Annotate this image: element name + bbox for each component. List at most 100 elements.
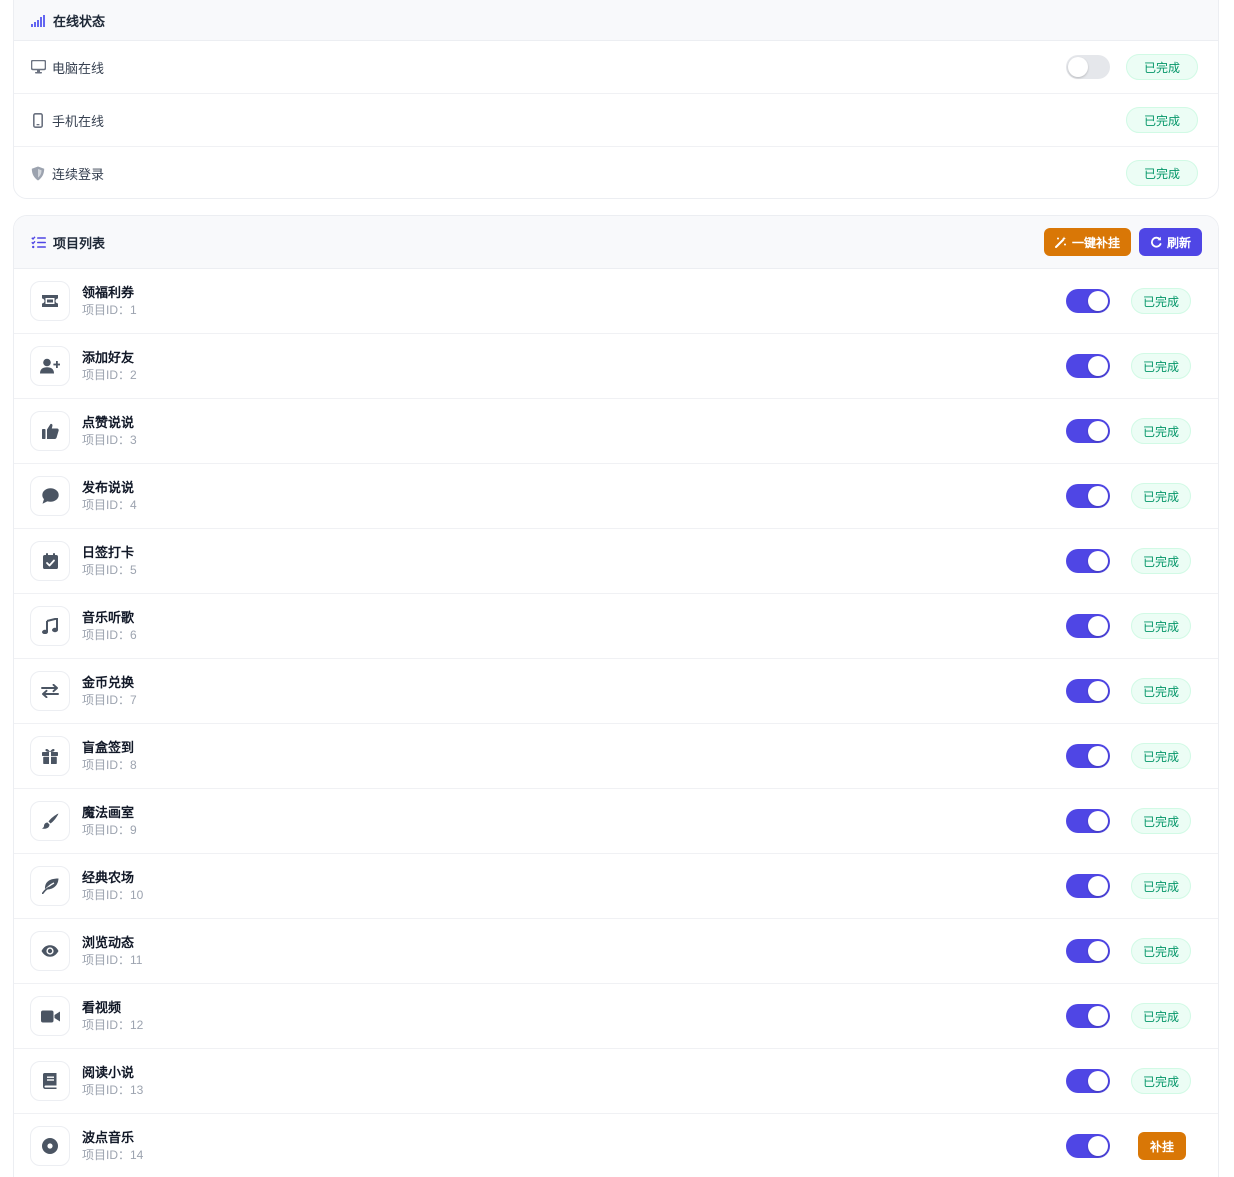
rehang-all-button[interactable]: 一键补挂 xyxy=(1043,228,1131,256)
online-status-header: 在线状态 xyxy=(14,0,1218,41)
project-name: 金币兑换 xyxy=(82,674,135,690)
online-row-mobile: 手机在线 已完成 xyxy=(14,94,1218,147)
toggle-knob xyxy=(1088,291,1108,311)
status-badge: 已完成 xyxy=(1131,613,1191,639)
gift-icon xyxy=(30,736,70,776)
project-list-header: 项目列表 一键补挂 刷新 xyxy=(14,216,1218,269)
project-toggle[interactable] xyxy=(1066,1004,1110,1028)
project-name: 点赞说说 xyxy=(82,414,135,430)
desktop-icon xyxy=(30,59,46,75)
project-list-title: 项目列表 xyxy=(53,235,106,251)
project-row: 金币兑换项目ID：7 已完成 xyxy=(14,659,1218,724)
project-row: 魔法画室项目ID：9 已完成 xyxy=(14,789,1218,854)
toggle-knob xyxy=(1088,1071,1108,1091)
status-badge: 已完成 xyxy=(1131,548,1191,574)
status-badge: 已完成 xyxy=(1131,288,1191,314)
project-id: 项目ID：11 xyxy=(82,952,143,967)
toggle-knob xyxy=(1068,57,1088,77)
project-row: 发布说说 项目ID：4 已完成 xyxy=(14,464,1218,529)
user-plus-icon xyxy=(30,346,70,386)
book-icon xyxy=(30,1061,70,1101)
rehang-button[interactable]: 补挂 xyxy=(1138,1132,1186,1160)
project-name: 魔法画室 xyxy=(82,804,135,820)
project-name: 阅读小说 xyxy=(82,1064,135,1080)
project-toggle[interactable] xyxy=(1066,549,1110,573)
signal-icon xyxy=(30,13,46,29)
project-row: 波点音乐 项目ID：14 补挂 xyxy=(14,1114,1218,1177)
header-actions: 一键补挂 刷新 xyxy=(1043,228,1202,256)
project-toggle[interactable] xyxy=(1066,354,1110,378)
project-name: 日签打卡 xyxy=(82,544,135,560)
toggle-knob xyxy=(1088,811,1108,831)
project-toggle[interactable] xyxy=(1066,484,1110,508)
status-badge: 已完成 xyxy=(1131,743,1191,769)
project-id: 项目ID：13 xyxy=(82,1082,144,1097)
project-row: 浏览动态项目ID：11 已完成 xyxy=(14,919,1218,984)
online-status-card: 在线状态 电脑在线 已完成 手机在线 已完成 连续登录 已完成 xyxy=(13,0,1219,199)
project-name: 浏览动态 xyxy=(82,934,135,950)
project-toggle[interactable] xyxy=(1066,679,1110,703)
mobile-icon xyxy=(30,112,46,128)
project-id: 项目ID：14 xyxy=(82,1147,144,1162)
project-name: 添加好友 xyxy=(82,349,135,365)
comment-icon xyxy=(30,476,70,516)
project-name: 看视频 xyxy=(82,999,122,1015)
online-row-label: 连续登录 xyxy=(52,167,105,182)
status-badge: 已完成 xyxy=(1131,1068,1191,1094)
project-name: 发布说说 xyxy=(82,479,135,495)
status-badge: 已完成 xyxy=(1131,873,1191,899)
calendar-check-icon xyxy=(30,541,70,581)
project-toggle[interactable] xyxy=(1066,809,1110,833)
record-icon xyxy=(30,1126,70,1166)
ticket-icon xyxy=(30,281,70,321)
project-id: 项目ID：2 xyxy=(82,367,137,382)
project-row: 盲盒签到 项目ID：8 已完成 xyxy=(14,724,1218,789)
project-id: 项目ID：7 xyxy=(82,692,137,707)
project-row: 阅读小说项目ID：13 已完成 xyxy=(14,1049,1218,1114)
project-toggle[interactable] xyxy=(1066,744,1110,768)
project-id: 项目ID：3 xyxy=(82,432,137,447)
toggle-knob xyxy=(1088,876,1108,896)
rehang-all-label: 一键补挂 xyxy=(1071,235,1120,250)
project-id: 项目ID：8 xyxy=(82,757,137,772)
status-badge: 已完成 xyxy=(1131,418,1191,444)
online-status-title: 在线状态 xyxy=(53,14,106,29)
project-toggle[interactable] xyxy=(1066,614,1110,638)
refresh-button[interactable]: 刷新 xyxy=(1138,228,1202,256)
project-row: 看视频 项目ID：12 已完成 xyxy=(14,984,1218,1049)
project-toggle[interactable] xyxy=(1066,419,1110,443)
toggle-knob xyxy=(1088,746,1108,766)
video-icon xyxy=(30,996,70,1036)
project-name: 经典农场 xyxy=(82,869,135,885)
project-id: 项目ID：9 xyxy=(82,822,137,837)
exchange-icon xyxy=(30,671,70,711)
project-toggle[interactable] xyxy=(1066,874,1110,898)
project-toggle[interactable] xyxy=(1066,289,1110,313)
refresh-label: 刷新 xyxy=(1166,235,1191,250)
toggle-knob xyxy=(1088,356,1108,376)
status-badge: 已完成 xyxy=(1131,938,1191,964)
status-badge: 已完成 xyxy=(1131,678,1191,704)
desktop-online-toggle[interactable] xyxy=(1066,55,1110,79)
project-toggle[interactable] xyxy=(1066,939,1110,963)
refresh-icon xyxy=(1150,236,1162,248)
leaf-icon xyxy=(30,866,70,906)
project-toggle[interactable] xyxy=(1066,1069,1110,1093)
toggle-knob xyxy=(1088,421,1108,441)
paint-brush-icon xyxy=(30,801,70,841)
status-badge: 已完成 xyxy=(1126,160,1198,186)
eye-icon xyxy=(30,931,70,971)
project-id: 项目ID：10 xyxy=(82,887,144,902)
toggle-knob xyxy=(1088,1006,1108,1026)
project-row: 音乐听歌 项目ID：6 已完成 xyxy=(14,594,1218,659)
status-badge: 已完成 xyxy=(1131,1003,1191,1029)
project-list-card: 项目列表 一键补挂 刷新 领福利券项目ID：1 已完成 添加好友项目ID：2 已… xyxy=(13,215,1219,1177)
project-id: 项目ID：6 xyxy=(82,627,137,642)
project-name: 领福利券 xyxy=(82,284,135,300)
status-badge: 已完成 xyxy=(1131,808,1191,834)
toggle-knob xyxy=(1088,681,1108,701)
online-row-desktop: 电脑在线 已完成 xyxy=(14,41,1218,94)
list-check-icon xyxy=(30,234,46,250)
project-id: 项目ID：1 xyxy=(82,302,137,317)
project-toggle[interactable] xyxy=(1066,1134,1110,1158)
